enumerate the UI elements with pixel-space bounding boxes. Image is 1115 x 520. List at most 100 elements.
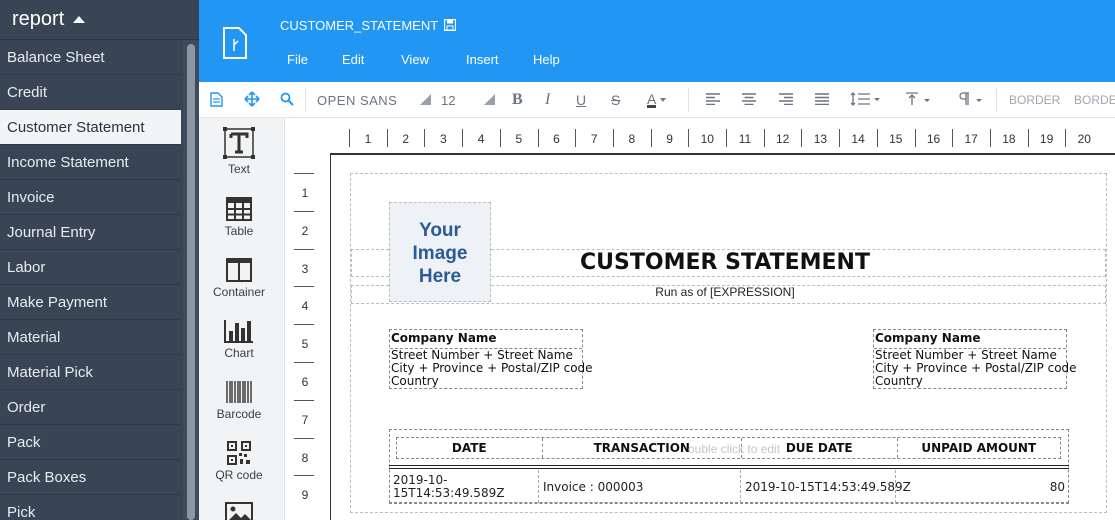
ruler-tick <box>537 129 539 147</box>
align-right-icon[interactable] <box>779 93 793 105</box>
sidebar-item-income-statement[interactable]: Income Statement <box>0 145 181 180</box>
component-panel: Text Table Container Chart Barcode QR co… <box>199 118 285 520</box>
app-header: CUSTOMER_STATEMENT File Edit View Insert… <box>199 0 1115 82</box>
ruler-tick <box>914 129 916 147</box>
cell-unpaid-amount: 80 <box>1049 479 1065 494</box>
align-justify-icon[interactable] <box>815 93 829 105</box>
cell-transaction: Invoice : 000003 <box>539 470 741 503</box>
ruler-number: 7 <box>301 412 309 427</box>
menu-insert[interactable]: Insert <box>466 52 533 67</box>
format-toolbar: OPEN SANS 12 B I U S A BORDER BORDE <box>199 82 1115 118</box>
toolbar-divider <box>996 88 997 112</box>
ruler-tick <box>294 475 314 477</box>
ruler-tick <box>575 129 577 147</box>
sidebar-item-journal-entry[interactable]: Journal Entry <box>0 215 181 250</box>
line-height-icon[interactable] <box>850 92 882 106</box>
company-country: Country <box>875 374 923 388</box>
menu-help[interactable]: Help <box>533 52 560 67</box>
header-unpaid-amount[interactable]: UNPAID AMOUNT <box>898 438 1061 458</box>
component-text[interactable]: Text <box>199 127 279 176</box>
component-barcode[interactable]: Barcode <box>199 380 279 421</box>
horizontal-ruler: 1 2 3 4 5 6 7 8 9 10 11 12 13 14 15 16 17 18 19 20 <box>349 126 1115 150</box>
double-click-hint: ouble click to edit <box>688 442 781 456</box>
menu-file[interactable]: File <box>287 52 342 67</box>
move-icon[interactable] <box>244 91 260 107</box>
component-container[interactable]: Container <box>199 258 279 299</box>
vertical-align-icon[interactable] <box>905 92 933 106</box>
italic-icon[interactable]: I <box>545 82 550 118</box>
strikethrough-icon[interactable]: S <box>611 82 620 118</box>
sidebar-item-pack[interactable]: Pack <box>0 425 181 460</box>
menu-view[interactable]: View <box>401 52 466 67</box>
sidebar-scroll-thumb[interactable] <box>187 44 195 520</box>
toolbar-divider <box>305 88 306 112</box>
sidebar-item-labor[interactable]: Labor <box>0 250 181 285</box>
sidebar-item-balance-sheet[interactable]: Balance Sheet <box>0 40 181 75</box>
component-chart[interactable]: Chart <box>199 319 279 360</box>
ruler-tick <box>989 129 991 147</box>
qr-code-icon <box>227 441 251 465</box>
search-icon[interactable] <box>280 92 294 106</box>
sidebar-item-material[interactable]: Material <box>0 320 181 355</box>
ruler-number: 3 <box>301 261 309 276</box>
image-placeholder-line: Here <box>418 266 462 287</box>
component-image[interactable] <box>199 502 279 520</box>
company-country: Country <box>391 374 439 388</box>
ruler-number: 3 <box>440 132 447 146</box>
sidebar-item-credit[interactable]: Credit <box>0 75 181 110</box>
ruler-tick <box>1027 129 1029 147</box>
ruler-tick <box>294 324 314 326</box>
ruler-tick <box>876 129 878 147</box>
component-text-label: Text <box>227 162 250 176</box>
header-date[interactable]: DATE <box>397 438 543 458</box>
component-qr-code[interactable]: QR code <box>199 441 279 482</box>
underline-icon[interactable]: U <box>576 82 586 118</box>
border-select-2[interactable]: BORDE <box>1074 82 1115 118</box>
paragraph-icon[interactable] <box>957 92 985 106</box>
sidebar-item-pick[interactable]: Pick <box>0 495 181 520</box>
cell-due-date: 2019-10-15T14:53:49.589Z <box>741 470 911 503</box>
sidebar-item-make-payment[interactable]: Make Payment <box>0 285 181 320</box>
sidebar-item-pack-boxes[interactable]: Pack Boxes <box>0 460 181 495</box>
ruler-tick <box>294 248 314 250</box>
container-icon <box>226 258 252 282</box>
ruler-tick <box>294 210 314 212</box>
border-select[interactable]: BORDER <box>1009 82 1060 118</box>
component-table[interactable]: Table <box>199 197 279 238</box>
size-dropdown-icon[interactable] <box>484 94 495 105</box>
sidebar-header[interactable]: report <box>0 0 199 40</box>
align-center-icon[interactable] <box>742 93 756 105</box>
sidebar-item-customer-statement[interactable]: Customer Statement <box>0 110 181 145</box>
ruler-number: 1 <box>364 132 372 146</box>
ruler-number: 16 <box>926 132 941 146</box>
font-family-select[interactable]: OPEN SANS <box>317 82 397 118</box>
ruler-number: 17 <box>964 132 978 146</box>
sidebar-item-invoice[interactable]: Invoice <box>0 180 181 215</box>
ruler-number: 11 <box>738 132 752 146</box>
ruler-number: 7 <box>590 132 598 146</box>
ruler-tick <box>499 129 501 147</box>
bold-icon[interactable]: B <box>512 82 523 118</box>
report-title[interactable]: CUSTOMER STATEMENT <box>560 250 890 275</box>
align-left-icon[interactable] <box>706 93 720 105</box>
image-placeholder[interactable]: Your Image Here <box>389 202 491 302</box>
menu-edit[interactable]: Edit <box>342 52 401 67</box>
ruler-number: 2 <box>402 132 410 146</box>
run-as-text[interactable]: Run as of [EXPRESSION] <box>560 285 890 299</box>
font-dropdown-icon[interactable] <box>420 94 431 105</box>
font-size-select[interactable]: 12 <box>441 82 455 118</box>
table-rule <box>389 465 1069 466</box>
chart-icon <box>224 320 253 343</box>
company-block-right[interactable]: Company Name Street Number + Street Name… <box>873 329 1077 389</box>
company-block-left[interactable]: Company Name Street Number + Street Name… <box>389 329 593 389</box>
sidebar-scrollbar[interactable] <box>183 40 199 520</box>
font-color-icon[interactable]: A <box>647 82 667 118</box>
table-row[interactable]: 2019-10-15T14:53:49.589Z Invoice : 00000… <box>389 470 1069 504</box>
ruler-tick <box>650 129 652 147</box>
sidebar-item-order[interactable]: Order <box>0 390 181 425</box>
ruler-number: 12 <box>776 132 790 146</box>
ruler-tick <box>294 399 314 401</box>
page-icon[interactable] <box>210 92 223 107</box>
sidebar-item-material-pick[interactable]: Material Pick <box>0 355 181 390</box>
save-icon[interactable] <box>444 19 456 31</box>
